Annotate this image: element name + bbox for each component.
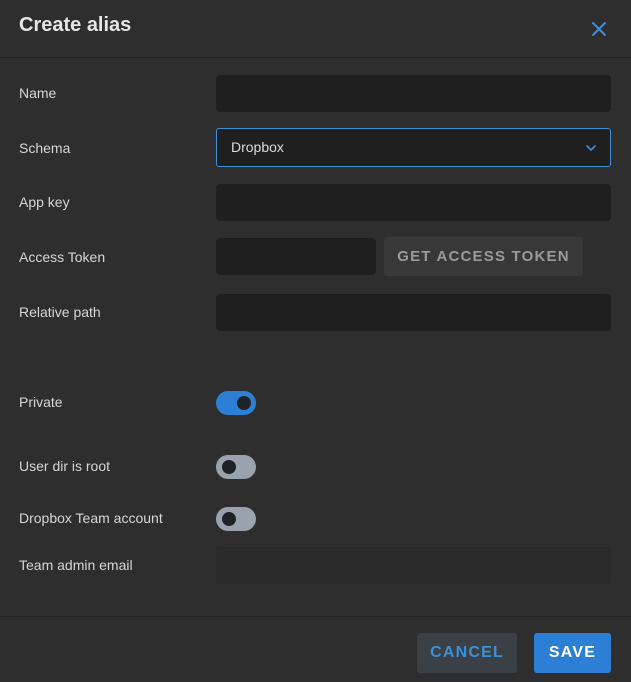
user-dir-is-root-label: User dir is root: [19, 458, 111, 474]
access-token-input[interactable]: [216, 238, 376, 275]
schema-selected-value: Dropbox: [231, 139, 284, 155]
schema-select[interactable]: Dropbox: [216, 128, 611, 167]
relative-path-input[interactable]: [216, 294, 611, 331]
relative-path-label: Relative path: [19, 304, 101, 320]
app-key-field-wrapper: [216, 184, 611, 221]
dialog-footer: CANCEL SAVE: [0, 616, 631, 682]
dropbox-team-account-toggle[interactable]: [216, 507, 256, 531]
user-dir-is-root-toggle[interactable]: [216, 455, 256, 479]
name-label: Name: [19, 85, 57, 101]
get-access-token-button[interactable]: GET ACCESS TOKEN: [384, 237, 583, 276]
name-input[interactable]: [216, 75, 611, 112]
team-admin-email-input[interactable]: [216, 547, 611, 584]
name-field-wrapper: [216, 75, 611, 112]
team-admin-email-label: Team admin email: [19, 557, 133, 573]
toggle-knob: [237, 396, 251, 410]
private-toggle[interactable]: [216, 391, 256, 415]
schema-label: Schema: [19, 140, 71, 156]
app-key-label: App key: [19, 194, 70, 210]
chevron-down-icon: [586, 145, 596, 151]
access-token-label: Access Token: [19, 249, 106, 265]
dropbox-team-account-label: Dropbox Team account: [19, 510, 163, 526]
dialog-header: Create alias: [0, 0, 631, 58]
save-button[interactable]: SAVE: [534, 633, 611, 673]
toggle-knob: [222, 460, 236, 474]
private-label: Private: [19, 394, 63, 410]
toggle-knob: [222, 512, 236, 526]
access-token-field-wrapper: [216, 238, 376, 275]
dialog-title: Create alias: [19, 14, 132, 36]
team-admin-email-field-wrapper: [216, 547, 611, 584]
close-button[interactable]: [587, 17, 611, 41]
cancel-button[interactable]: CANCEL: [417, 633, 517, 673]
app-key-input[interactable]: [216, 184, 611, 221]
relative-path-field-wrapper: [216, 294, 611, 331]
create-alias-dialog: Create alias Name Schema Dropbox App key…: [0, 0, 631, 682]
close-icon: [592, 22, 606, 36]
